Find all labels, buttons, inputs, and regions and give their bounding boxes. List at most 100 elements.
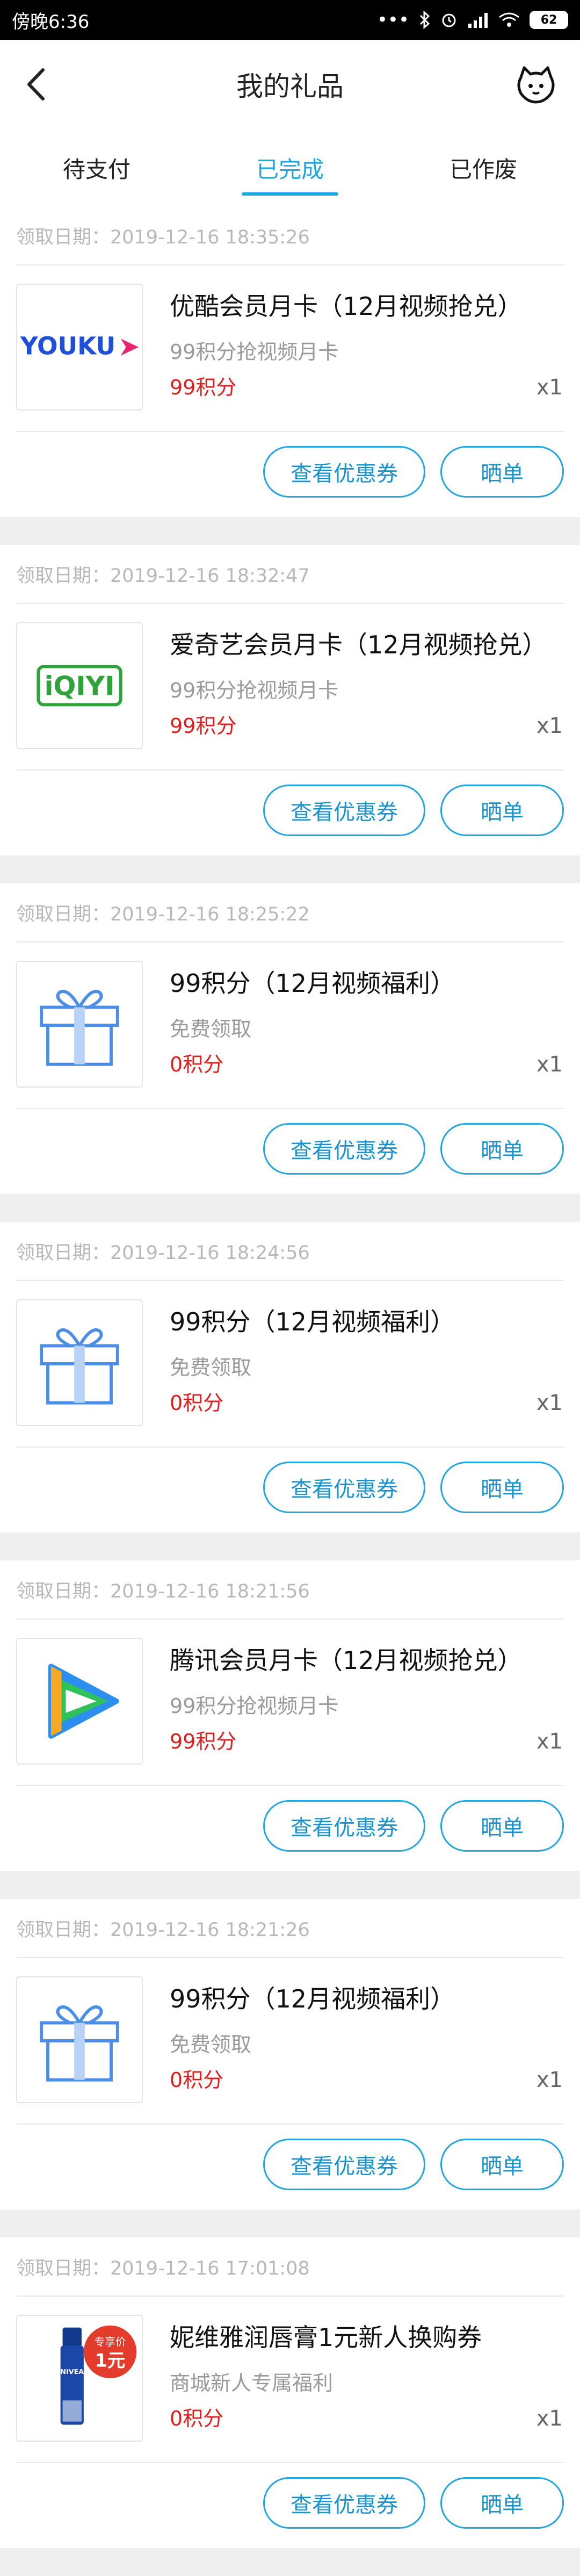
order-status-tabs: 待支付 已完成 已作废 [0, 129, 580, 207]
divider [16, 769, 564, 771]
share-order-button[interactable]: 晒单 [440, 1800, 564, 1852]
status-icons: ••• 62 [377, 9, 568, 31]
gift-card: 领取日期：2019-12-16 18:32:47 iQIYI 爱奇艺会员月卡（1… [0, 545, 580, 855]
gift-quantity: x1 [536, 714, 563, 738]
gift-quantity: x1 [536, 375, 563, 400]
divider [16, 1785, 564, 1786]
view-coupon-button[interactable]: 查看优惠券 [263, 1123, 425, 1175]
claim-date: 领取日期：2019-12-16 17:01:08 [16, 2257, 310, 2279]
nivea-lipbalm-image: NIVEA 专享价 1元 [60, 2325, 137, 2425]
gift-description: 免费领取 [170, 2033, 252, 2056]
tencent-video-logo-icon [48, 1664, 119, 1739]
svg-text:iQIYI: iQIYI [45, 671, 115, 702]
wifi-icon [499, 12, 519, 27]
gift-quantity: x1 [536, 1052, 563, 1077]
gift-name: 腾讯会员月卡（12月视频抢兑） [170, 1646, 523, 1675]
gift-thumbnail[interactable]: NIVEA 专享价 1元 [16, 2315, 143, 2442]
view-coupon-button[interactable]: 查看优惠券 [263, 1800, 425, 1852]
badge-line1: 专享价 [95, 2336, 126, 2348]
view-coupon-button[interactable]: 查看优惠券 [263, 785, 425, 836]
view-coupon-button[interactable]: 查看优惠券 [263, 2477, 425, 2529]
gift-price: 0积分 [170, 1053, 224, 1076]
gift-list: 领取日期：2019-12-16 18:35:26 YOUKU 优酷会员月卡（12… [0, 206, 580, 2576]
youku-logo-icon: YOUKU [20, 332, 139, 361]
gift-description: 99积分抢视频月卡 [170, 340, 339, 364]
gift-card: 领取日期：2019-12-16 18:24:56 99积分（12月视频福利） 免… [0, 1222, 580, 1532]
gift-name: 优酷会员月卡（12月视频抢兑） [170, 292, 523, 321]
gift-box-icon [40, 1328, 119, 1405]
active-tab-indicator [242, 192, 338, 196]
gift-description: 99积分抢视频月卡 [170, 679, 339, 702]
gift-price: 0积分 [170, 2068, 224, 2092]
claim-date: 领取日期：2019-12-16 18:32:47 [16, 565, 310, 587]
svg-text:NIVEA: NIVEA [60, 2368, 84, 2376]
gift-quantity: x1 [536, 1391, 563, 1415]
share-order-button[interactable]: 晒单 [440, 1462, 564, 1513]
page-title: 我的礼品 [236, 71, 344, 102]
gift-card: 领取日期：2019-12-16 18:21:26 99积分（12月视频福利） 免… [0, 1899, 580, 2210]
share-order-button[interactable]: 晒单 [440, 1123, 564, 1175]
tab-completed[interactable]: 已完成 [193, 129, 387, 206]
divider [16, 1108, 564, 1109]
gift-card: 领取日期：2019-12-16 17:01:08 NIVEA 专享价 1元 妮维… [0, 2237, 580, 2548]
navigation-bar: 我的礼品 [0, 40, 580, 129]
youku-logo-text: YOUKU [20, 332, 115, 361]
bluetooth-icon [419, 11, 430, 29]
view-coupon-button[interactable]: 查看优惠券 [263, 446, 425, 498]
tab-voided[interactable]: 已作废 [387, 129, 580, 206]
gift-description: 商城新人专属福利 [170, 2371, 334, 2395]
gift-thumbnail[interactable] [16, 961, 143, 1088]
claim-date: 领取日期：2019-12-16 18:21:56 [16, 1580, 310, 1602]
divider [16, 1447, 564, 1448]
gift-name: 99积分（12月视频福利） [170, 969, 455, 998]
gift-card: 领取日期：2019-12-16 18:35:26 YOUKU 优酷会员月卡（12… [0, 206, 580, 517]
view-coupon-button[interactable]: 查看优惠券 [263, 2139, 425, 2190]
svg-text:YOUKU: YOUKU [20, 332, 115, 361]
view-coupon-button[interactable]: 查看优惠券 [263, 1462, 425, 1513]
gift-card: 领取日期：2019-12-16 18:25:22 99积分（12月视频福利） 免… [0, 883, 580, 1194]
iqiyi-logo-icon: iQIYI [37, 665, 122, 707]
share-order-button[interactable]: 晒单 [440, 785, 564, 836]
divider [16, 603, 564, 604]
claim-date: 领取日期：2019-12-16 18:35:26 [16, 226, 310, 248]
gift-name: 爱奇艺会员月卡（12月视频抢兑） [170, 630, 547, 659]
divider [16, 2462, 564, 2463]
tab-label: 已作废 [449, 156, 517, 183]
gift-thumbnail[interactable]: YOUKU [16, 284, 143, 411]
gift-description: 免费领取 [170, 1017, 252, 1041]
gift-thumbnail[interactable] [16, 1976, 143, 2103]
tab-pending-payment[interactable]: 待支付 [0, 129, 193, 206]
share-order-button[interactable]: 晒单 [440, 2139, 564, 2190]
gift-quantity: x1 [536, 1729, 563, 1754]
share-order-button[interactable]: 晒单 [440, 2477, 564, 2529]
svg-text:1元: 1元 [95, 2350, 126, 2371]
alarm-icon [442, 13, 456, 27]
claim-date: 领取日期：2019-12-16 18:21:26 [16, 1919, 310, 1941]
gift-card: 领取日期：2019-12-16 18:21:56 腾讯会员月卡（12月视频抢兑）… [0, 1560, 580, 1871]
gift-price: 0积分 [170, 1391, 224, 1415]
status-bar: 傍晚6:36 ••• 62 [0, 0, 580, 40]
gift-price: 99积分 [170, 714, 237, 738]
gift-price: 99积分 [170, 376, 237, 399]
divider [16, 941, 564, 942]
gift-thumbnail[interactable]: iQIYI [16, 622, 143, 749]
divider [16, 1280, 564, 1281]
cat-service-icon[interactable] [513, 61, 559, 106]
gift-quantity: x1 [536, 2068, 563, 2092]
more-dots-icon: ••• [376, 9, 409, 31]
share-order-button[interactable]: 晒单 [440, 446, 564, 498]
gift-name: 妮维雅润唇膏1元新人换购券 [170, 2323, 482, 2352]
svg-text:专享价: 专享价 [95, 2336, 126, 2348]
back-arrow-icon[interactable] [21, 66, 54, 103]
tab-label: 待支付 [62, 156, 130, 183]
gift-name: 99积分（12月视频福利） [170, 1984, 455, 2013]
gift-quantity: x1 [536, 2406, 563, 2431]
gift-thumbnail[interactable] [16, 1638, 143, 1765]
iqiyi-logo-text: iQIYI [45, 671, 115, 702]
gift-price: 0积分 [170, 2407, 224, 2430]
claim-date: 领取日期：2019-12-16 18:25:22 [16, 903, 310, 925]
gift-thumbnail[interactable] [16, 1299, 143, 1426]
divider [16, 431, 564, 432]
battery-level: 62 [540, 13, 557, 27]
divider [16, 2296, 564, 2297]
